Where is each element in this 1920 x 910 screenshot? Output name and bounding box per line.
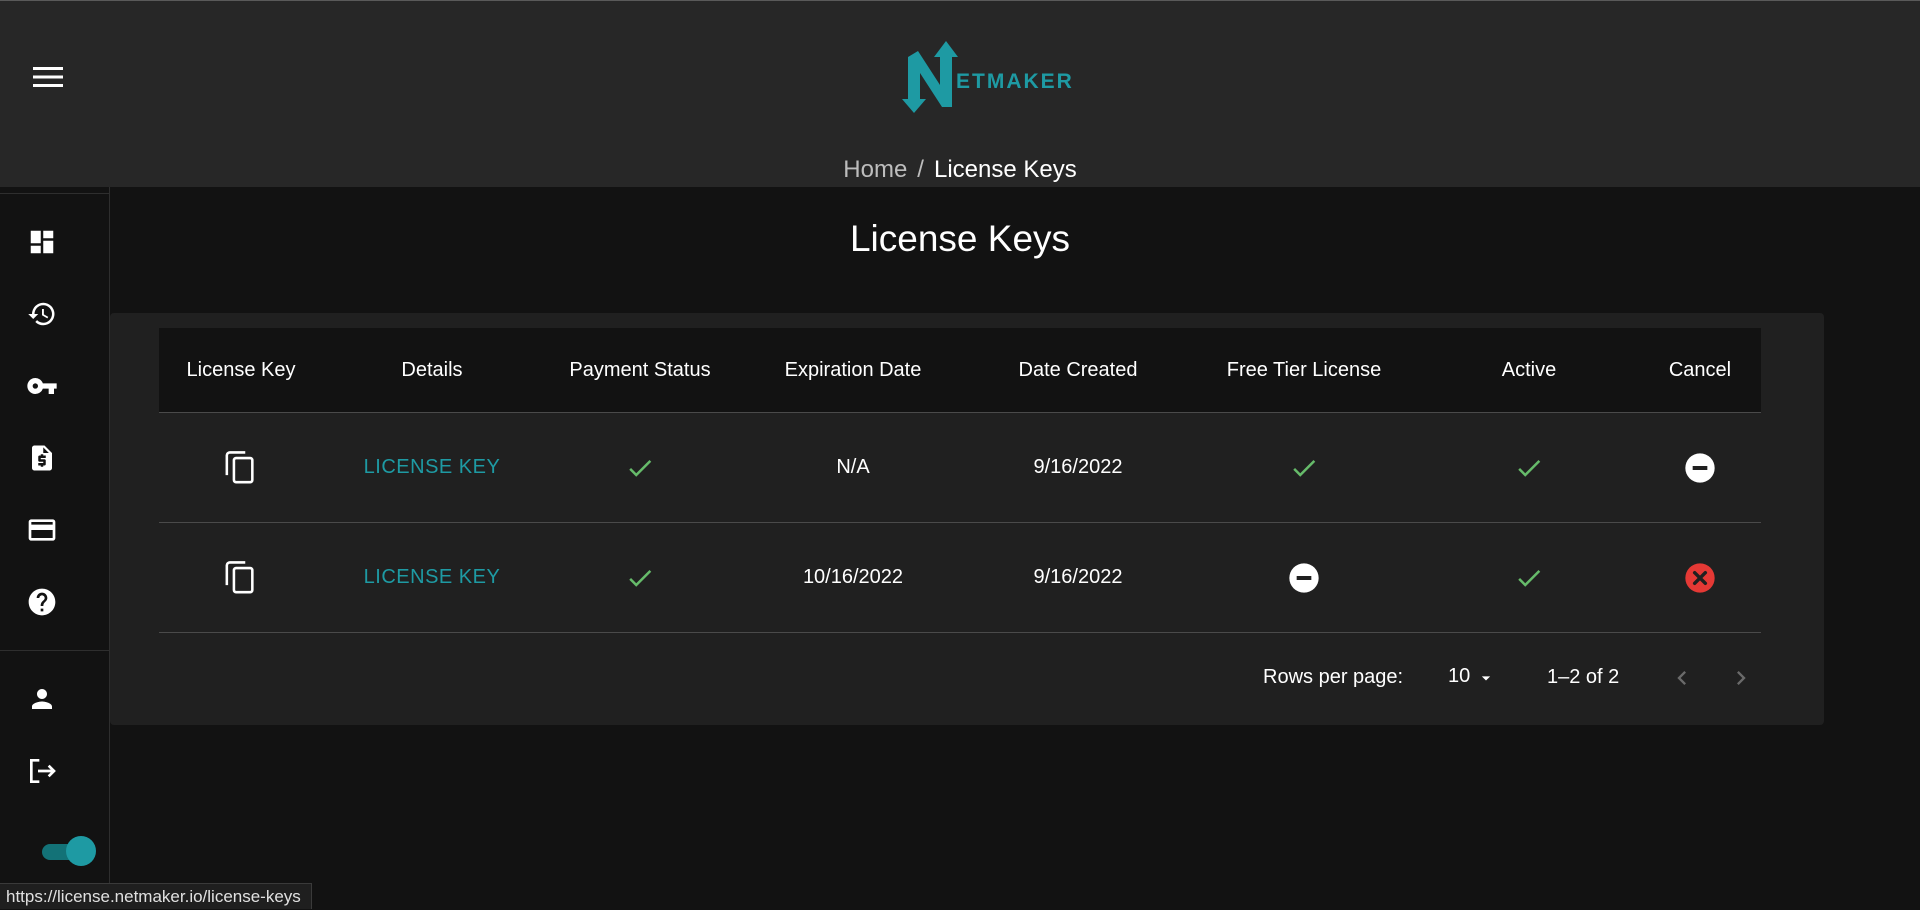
remove-circle-icon [1289, 562, 1319, 593]
sidebar-item-history[interactable] [24, 296, 60, 332]
breadcrumb-home-link[interactable]: Home [843, 156, 907, 183]
license-table-card: License Key Details Payment Status Expir… [110, 313, 1824, 725]
hamburger-icon [33, 67, 63, 87]
expiration-date: 10/16/2022 [802, 566, 904, 588]
copy-license-key-button[interactable] [224, 449, 258, 487]
table-row: LICENSE KEY 10/16/2022 9/16/2022 [159, 523, 1761, 633]
theme-toggle[interactable] [40, 836, 98, 866]
column-header: Date Created [1018, 358, 1138, 381]
table-row: LICENSE KEY N/A 9/16/2022 [159, 413, 1761, 523]
netmaker-logo-mark [902, 41, 958, 113]
logo-text: ETMAKER [956, 70, 1074, 93]
date-created: 9/16/2022 [1033, 456, 1123, 478]
key-icon [27, 378, 57, 394]
previous-page-button[interactable] [1662, 658, 1702, 698]
column-header: Cancel [1668, 358, 1732, 381]
toggle-thumb [66, 836, 96, 866]
check-icon [1293, 459, 1316, 477]
chevron-left-icon [1677, 671, 1686, 685]
column-header: License Key [186, 358, 296, 381]
credit-card-icon [28, 519, 56, 541]
cancel-circle-icon [1685, 562, 1715, 593]
status-bar-url: https://license.netmaker.io/license-keys [0, 883, 312, 909]
sidebar-divider [0, 193, 110, 194]
check-icon [629, 459, 652, 477]
breadcrumb-current: License Keys [933, 156, 1077, 183]
column-header: Payment Status [569, 358, 711, 381]
license-table: License Key Details Payment Status Expir… [159, 328, 1761, 633]
license-key-details-link[interactable]: LICENSE KEY [364, 456, 501, 479]
invoice-icon [32, 445, 52, 471]
sidebar [0, 187, 110, 909]
table-header: License Key Details Payment Status Expir… [159, 328, 1761, 413]
copy-icon [225, 450, 254, 483]
cancel-license-button[interactable] [1684, 452, 1716, 484]
netmaker-logo[interactable]: ETMAKER [900, 37, 1080, 117]
check-icon [1518, 459, 1541, 477]
app-header: ETMAKER Home / License Keys [0, 0, 1920, 187]
date-created: 9/16/2022 [1033, 566, 1123, 588]
sidebar-divider [0, 650, 110, 651]
help-icon [28, 588, 56, 616]
breadcrumb: Home / License Keys [0, 156, 1920, 184]
remove-circle-icon [1685, 452, 1715, 483]
sidebar-item-billing[interactable] [24, 512, 60, 548]
check-icon [629, 569, 652, 587]
page-range: 1–2 of 2 [1547, 666, 1620, 688]
rows-per-page-label: Rows per page: [1263, 666, 1404, 688]
sidebar-item-profile[interactable] [24, 681, 60, 717]
sidebar-item-logout[interactable] [24, 753, 60, 789]
column-header: Details [401, 358, 463, 381]
logout-icon [30, 759, 56, 783]
sidebar-item-license-keys[interactable] [24, 368, 60, 404]
cancel-license-button[interactable] [1684, 562, 1716, 594]
column-header: Expiration Date [784, 358, 922, 381]
column-header: Free Tier License [1226, 358, 1382, 381]
check-icon [1518, 569, 1541, 587]
sidebar-item-invoices[interactable] [24, 440, 60, 476]
copy-icon [225, 560, 254, 593]
sidebar-item-help[interactable] [24, 584, 60, 620]
column-header: Active [1501, 358, 1557, 381]
breadcrumb-separator: / [917, 156, 924, 183]
expiration-date: N/A [836, 456, 870, 478]
rows-per-page-select[interactable]: 10 [1438, 663, 1502, 693]
license-key-details-link[interactable]: LICENSE KEY [364, 566, 501, 589]
menu-button[interactable] [26, 59, 70, 95]
page-title: License Keys [849, 218, 1071, 259]
dashboard-icon [30, 230, 54, 254]
chevron-right-icon [1737, 671, 1746, 685]
next-page-button[interactable] [1721, 658, 1761, 698]
table-pagination: Rows per page: 10 1–2 of 2 [110, 653, 1824, 703]
rows-per-page-value: 10 [1448, 665, 1471, 687]
caret-down-icon [1481, 676, 1491, 681]
sidebar-item-dashboard[interactable] [24, 224, 60, 260]
copy-license-key-button[interactable] [224, 559, 258, 597]
history-icon [28, 302, 55, 326]
person-icon [32, 689, 52, 709]
